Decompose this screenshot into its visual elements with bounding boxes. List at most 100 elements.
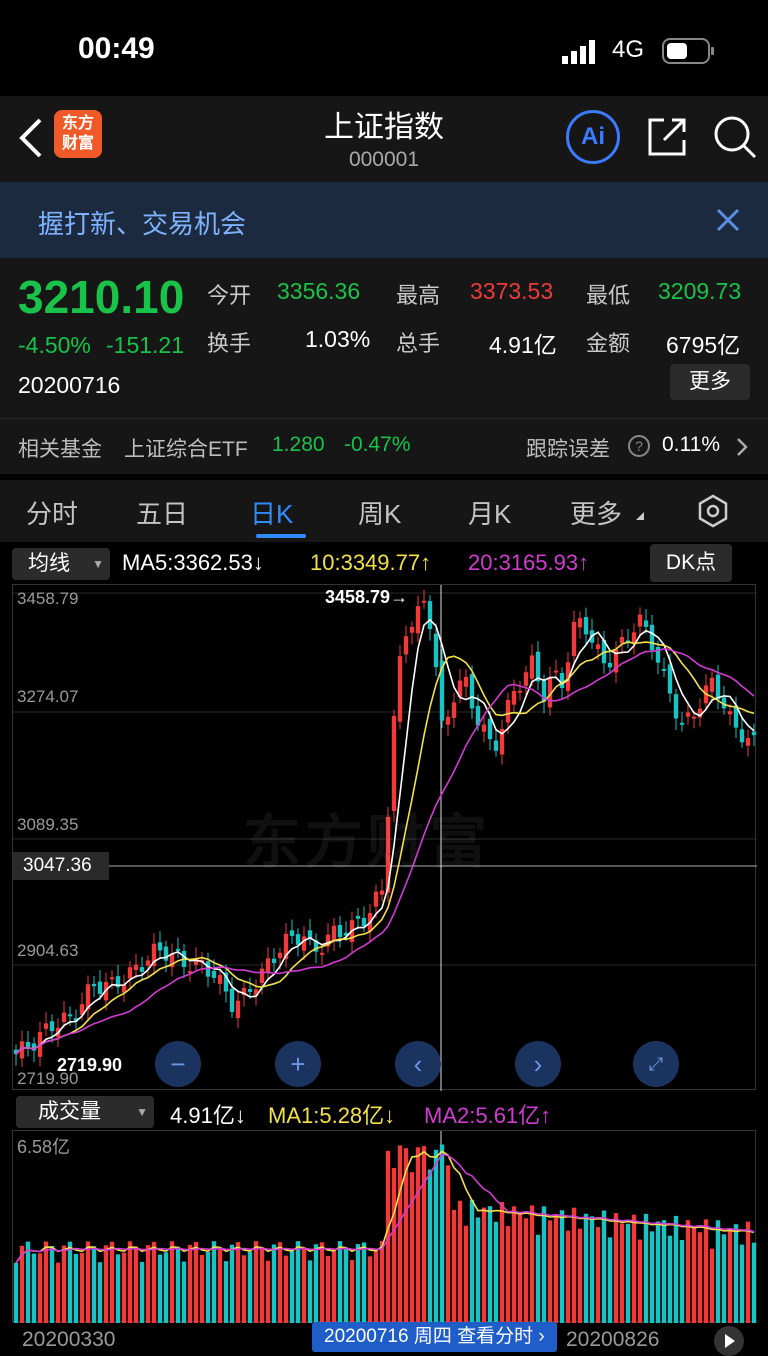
expand-icon: ⤢ xyxy=(648,1053,664,1074)
active-tab-indicator xyxy=(256,534,306,538)
banner-text: 握打新、交易机会 xyxy=(38,209,247,239)
candle-body xyxy=(739,729,745,743)
gear-icon[interactable] xyxy=(696,494,730,533)
volume-bar xyxy=(235,1242,241,1323)
help-icon[interactable]: ? xyxy=(628,435,650,457)
volume-bar xyxy=(565,1230,571,1323)
candle-body xyxy=(415,606,421,634)
volume-bar xyxy=(613,1213,619,1323)
volume-bar xyxy=(115,1254,121,1323)
candle-body xyxy=(361,917,367,927)
kline-chart[interactable]: 东方财富 3458.79 3274.07 3089.35 2904.63 271… xyxy=(12,584,757,1091)
tab-five-day[interactable]: 五日 xyxy=(136,494,188,531)
volume-bar xyxy=(721,1234,727,1323)
candle-body xyxy=(331,925,337,940)
volume-select-label: 成交量 xyxy=(38,1100,101,1123)
high-value: 3373.53 xyxy=(470,278,554,304)
tooltip-text: 20200716 周四 查看分时 xyxy=(324,1326,534,1347)
volume-bar xyxy=(517,1212,523,1323)
candle-body xyxy=(691,716,697,719)
ma-select-label: 均线 xyxy=(28,552,70,575)
change-abs: -151.21 xyxy=(106,332,185,358)
candle-body xyxy=(433,633,439,668)
candle-body xyxy=(619,637,625,644)
volume-bar xyxy=(73,1253,79,1323)
volume-bar xyxy=(217,1246,223,1323)
fullscreen-button[interactable]: ⤢ xyxy=(633,1041,679,1087)
volume-bar xyxy=(637,1239,643,1323)
volume-select-caret-icon: ▼ xyxy=(136,1105,148,1119)
volume-bar xyxy=(679,1239,685,1323)
candle-body xyxy=(727,711,733,715)
close-icon[interactable] xyxy=(716,208,740,237)
volume-bar xyxy=(673,1215,679,1323)
volume-value: 4.91亿 xyxy=(489,332,557,358)
share-icon[interactable] xyxy=(646,116,688,163)
search-icon[interactable] xyxy=(712,114,758,165)
volume-bar xyxy=(709,1248,715,1323)
zoom-out-button[interactable]: − xyxy=(155,1041,201,1087)
volume-bar xyxy=(619,1223,625,1323)
volume-bar xyxy=(469,1199,475,1323)
zoom-in-button[interactable]: + xyxy=(275,1041,321,1087)
pan-right-button[interactable]: › xyxy=(515,1041,561,1087)
crosshair-date-tooltip[interactable]: 20200716 周四 查看分时 › xyxy=(312,1322,557,1352)
promo-banner[interactable]: 握打新、交易机会 xyxy=(0,182,768,258)
candle-body xyxy=(745,738,751,746)
play-icon[interactable] xyxy=(714,1326,744,1356)
volume-bar xyxy=(589,1216,595,1323)
volume-bar xyxy=(733,1224,739,1323)
candle-body xyxy=(295,934,301,945)
fund-change: -0.47% xyxy=(344,433,411,456)
ai-icon[interactable]: Ai xyxy=(566,110,620,164)
volume-bar xyxy=(481,1207,487,1323)
more-button[interactable]: 更多 xyxy=(670,364,750,400)
volume-select[interactable]: 成交量 ▼ xyxy=(16,1096,154,1128)
volume-bar xyxy=(13,1263,19,1323)
volume-bar xyxy=(379,1241,385,1323)
candle-body xyxy=(511,690,517,705)
tab-monthly-k[interactable]: 月K xyxy=(468,494,511,531)
candle-body xyxy=(403,636,409,655)
volume-bar xyxy=(337,1241,343,1323)
price-tick-4: 2904.63 xyxy=(17,941,79,960)
candle-body xyxy=(463,676,469,687)
volume-bar xyxy=(745,1221,751,1323)
volume-bar xyxy=(625,1223,631,1323)
max-price-label: 3458.79→ xyxy=(325,587,409,607)
candle-body xyxy=(139,967,145,972)
volume-bar xyxy=(313,1244,319,1323)
tab-more[interactable]: 更多 xyxy=(570,494,622,531)
volume-bar xyxy=(559,1210,565,1323)
volume-bar xyxy=(409,1172,415,1323)
tab-daily-k[interactable]: 日K xyxy=(250,494,293,531)
candle-body xyxy=(319,952,325,955)
quote-panel: 3210.10 -4.50% -151.21 20200716 今开 3356.… xyxy=(0,258,768,418)
tab-weekly-k[interactable]: 周K xyxy=(358,494,401,531)
min-price-label: 2719.90 xyxy=(57,1055,123,1075)
dk-point-button[interactable]: DK点 xyxy=(650,544,732,582)
volume-bar xyxy=(121,1252,127,1323)
candle-body xyxy=(379,890,385,895)
pan-left-button[interactable]: ‹ xyxy=(395,1041,441,1087)
ma-select[interactable]: 均线 ▼ xyxy=(12,548,110,580)
tab-intraday[interactable]: 分时 xyxy=(26,494,78,531)
fund-label: 相关基金 xyxy=(18,438,102,461)
volume-bar xyxy=(577,1228,583,1323)
volume-bar xyxy=(415,1147,421,1323)
volume-bar xyxy=(103,1245,109,1323)
volume-bar xyxy=(199,1254,205,1323)
chevron-right-icon[interactable] xyxy=(736,437,748,462)
volume-chart[interactable]: 6.58亿 xyxy=(12,1130,757,1323)
candle-body xyxy=(445,716,451,725)
related-fund-row[interactable]: 相关基金 上证综合ETF 1.280 -0.47% 跟踪误差 ? 0.11% xyxy=(0,418,768,474)
candle-body xyxy=(595,644,601,650)
crosshair-price: 3047.36 xyxy=(13,852,109,880)
volume-bar xyxy=(127,1241,133,1323)
volume-bar xyxy=(79,1252,85,1323)
candle-body xyxy=(685,712,691,717)
volume-bar xyxy=(649,1231,655,1323)
volume-bar xyxy=(541,1206,547,1323)
volume-ma1: MA1:5.28亿↓ xyxy=(268,1103,396,1128)
volume-bar xyxy=(277,1242,283,1323)
